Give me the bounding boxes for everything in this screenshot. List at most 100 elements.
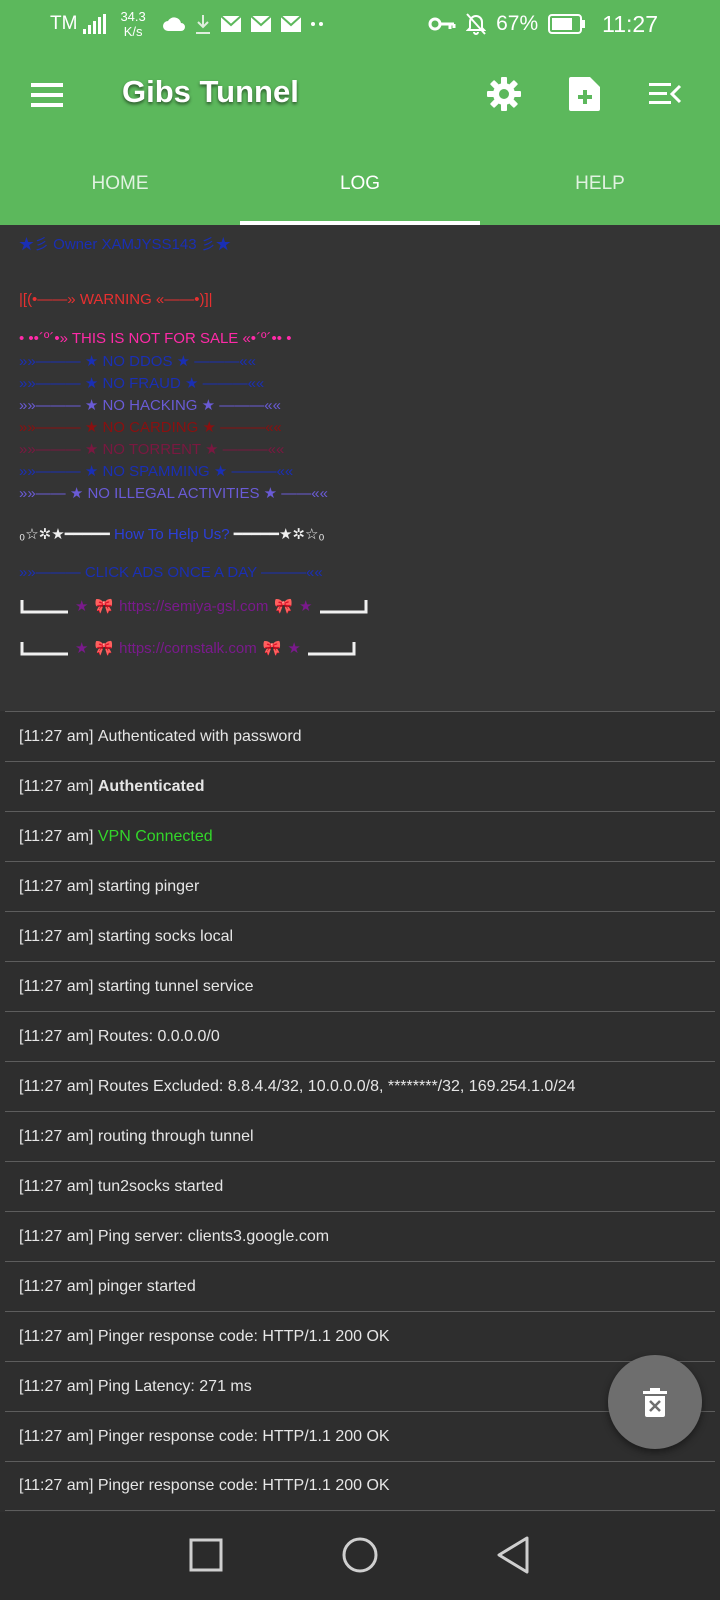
network-speed-unit: K/s <box>123 24 143 39</box>
star-icon: ★ <box>299 598 313 615</box>
banner-rule-line: »»——— ★ NO SPAMMING ★ ———«« <box>19 463 294 480</box>
log-entry: [11:27 am] Pinger response code: HTTP/1.… <box>5 1311 715 1361</box>
log-entry: [11:27 am] tun2socks started <box>5 1161 715 1211</box>
log-entry: [11:27 am] starting pinger <box>5 861 715 911</box>
log-message: Pinger response code: HTTP/1.1 200 OK <box>97 1327 390 1345</box>
mute-icon <box>466 13 487 35</box>
log-time: [11:27 am] <box>19 1427 94 1445</box>
log-time: [11:27 am] <box>19 1277 94 1295</box>
star-icon: ★ <box>75 640 89 657</box>
log-message: Routes: 0.0.0.0/0 <box>97 1027 220 1045</box>
log-time: [11:27 am] <box>19 977 94 995</box>
tab-help[interactable]: HELP <box>480 143 720 225</box>
banner-link-url[interactable]: https://cornstalk.com <box>119 640 257 657</box>
log-message: routing through tunnel <box>97 1127 254 1145</box>
log-time: [11:27 am] <box>19 827 94 845</box>
log-time: [11:27 am] <box>19 727 94 745</box>
mail-icon <box>280 15 302 32</box>
star-icon: ★ <box>287 640 301 657</box>
home-circle-icon <box>342 1537 378 1573</box>
banner-click-ads-line: »»——— CLICK ADS ONCE A DAY ———«« <box>19 564 323 581</box>
log-entry: [11:27 am] Authenticated with password <box>5 711 715 761</box>
log-time: [11:27 am] <box>19 1127 94 1145</box>
recents-button[interactable] <box>183 1532 229 1578</box>
bracket-left-icon <box>20 642 68 656</box>
log-time: [11:27 am] <box>19 1177 94 1195</box>
star-icon: ★ <box>75 598 89 615</box>
log-time: [11:27 am] <box>19 1327 94 1345</box>
battery-percent: 67% <box>496 12 539 35</box>
banner-rule-line: »»——— ★ NO TORRENT ★ ———«« <box>19 441 285 458</box>
log-entry: [11:27 am] Routes Excluded: 8.8.4.4/32, … <box>5 1061 715 1111</box>
log-time: [11:27 am] <box>19 1027 94 1045</box>
log-message: Authenticated <box>97 777 205 795</box>
carrier-label: TM <box>50 13 78 34</box>
banner-rule-line: »»——— ★ NO FRAUD ★ ———«« <box>19 375 265 392</box>
log-message: starting tunnel service <box>97 977 254 995</box>
log-entry: [11:27 am] Pinger response code: HTTP/1.… <box>5 1411 715 1461</box>
download-icon <box>195 15 210 34</box>
bracket-right-icon <box>319 600 367 614</box>
banner-link-1: ★ 🎀 https://semiya-gsl.com 🎀 ★ <box>19 597 369 615</box>
signal-icon <box>83 14 107 34</box>
network-speed-value: 34.3 <box>120 9 146 24</box>
log-time: [11:27 am] <box>19 1227 94 1245</box>
banner-rule-line: »»——— ★ NO DDOS ★ ———«« <box>19 353 256 370</box>
app-bar: Gibs Tunnel <box>0 48 720 143</box>
status-bar: TM 34.3 K/s 67% 11:27 <box>0 0 720 48</box>
ribbon-icon: 🎀 <box>94 640 114 657</box>
add-file-icon <box>569 77 600 111</box>
log-entry: [11:27 am] Ping server: clients3.google.… <box>5 1211 715 1261</box>
ribbon-icon: 🎀 <box>94 598 114 615</box>
ribbon-icon: 🎀 <box>274 598 294 615</box>
add-file-button[interactable] <box>565 74 605 114</box>
tab-home[interactable]: HOME <box>0 143 240 225</box>
system-nav-bar <box>0 1512 720 1600</box>
home-button[interactable] <box>337 1532 383 1578</box>
log-message: Ping server: clients3.google.com <box>97 1227 330 1245</box>
log-time: [11:27 am] <box>19 1077 94 1095</box>
log-entry: [11:27 am] pinger started <box>5 1261 715 1311</box>
back-triangle-icon <box>497 1536 529 1574</box>
app-title: Gibs Tunnel <box>122 74 299 109</box>
log-entry: [11:27 am] starting socks local <box>5 911 715 961</box>
log-time: [11:27 am] <box>19 927 94 945</box>
menu-button[interactable] <box>30 78 64 112</box>
log-entry: [11:27 am] Authenticated <box>5 761 715 811</box>
tab-bar: HOME LOG HELP <box>0 143 720 225</box>
log-message: Pinger response code: HTTP/1.1 200 OK <box>97 1477 390 1494</box>
log-message: Pinger response code: HTTP/1.1 200 OK <box>97 1427 390 1445</box>
recents-square-icon <box>189 1538 223 1572</box>
vpn-key-icon <box>428 17 456 31</box>
log-message: Authenticated with password <box>97 727 302 745</box>
settings-gear-icon <box>487 77 521 111</box>
log-message: tun2socks started <box>97 1177 224 1195</box>
banner-rule-line: »»—— ★ NO ILLEGAL ACTIVITIES ★ ——«« <box>19 485 328 502</box>
bracket-right-icon <box>307 642 356 656</box>
settings-button[interactable] <box>484 74 524 114</box>
log-entry: [11:27 am] starting tunnel service <box>5 961 715 1011</box>
log-time: [11:27 am] <box>19 877 94 895</box>
menu-collapse-button[interactable] <box>645 74 685 114</box>
banner-link-2: ★ 🎀 https://cornstalk.com 🎀 ★ <box>19 639 357 657</box>
menu-icon <box>31 83 63 107</box>
tab-log[interactable]: LOG <box>240 143 480 225</box>
log-time: [11:27 am] <box>19 1477 94 1494</box>
log-time: [11:27 am] <box>19 1377 94 1395</box>
clear-log-button[interactable] <box>608 1355 702 1449</box>
banner-rule-line: »»——— ★ NO HACKING ★ ———«« <box>19 397 281 414</box>
log-message: Ping Latency: 271 ms <box>97 1377 252 1395</box>
log-entry: [11:27 am] VPN Connected <box>5 811 715 861</box>
cloud-icon <box>162 17 185 31</box>
log-entry: [11:27 am] Pinger response code: HTTP/1.… <box>5 1461 715 1511</box>
log-entry: [11:27 am] routing through tunnel <box>5 1111 715 1161</box>
back-button[interactable] <box>490 1532 536 1578</box>
battery-icon <box>548 14 586 34</box>
bracket-left-icon <box>20 600 68 614</box>
banner-warning-line: |[(•——» WARNING «——•)]| <box>19 291 213 308</box>
log-message: starting socks local <box>97 927 234 945</box>
banner-not-for-sale-line: • ••´º´•» THIS IS NOT FOR SALE «•´º´•• • <box>19 330 292 347</box>
more-dots-icon <box>310 22 323 26</box>
banner-link-url[interactable]: https://semiya-gsl.com <box>119 598 268 615</box>
clear-log-icon <box>643 1388 667 1417</box>
